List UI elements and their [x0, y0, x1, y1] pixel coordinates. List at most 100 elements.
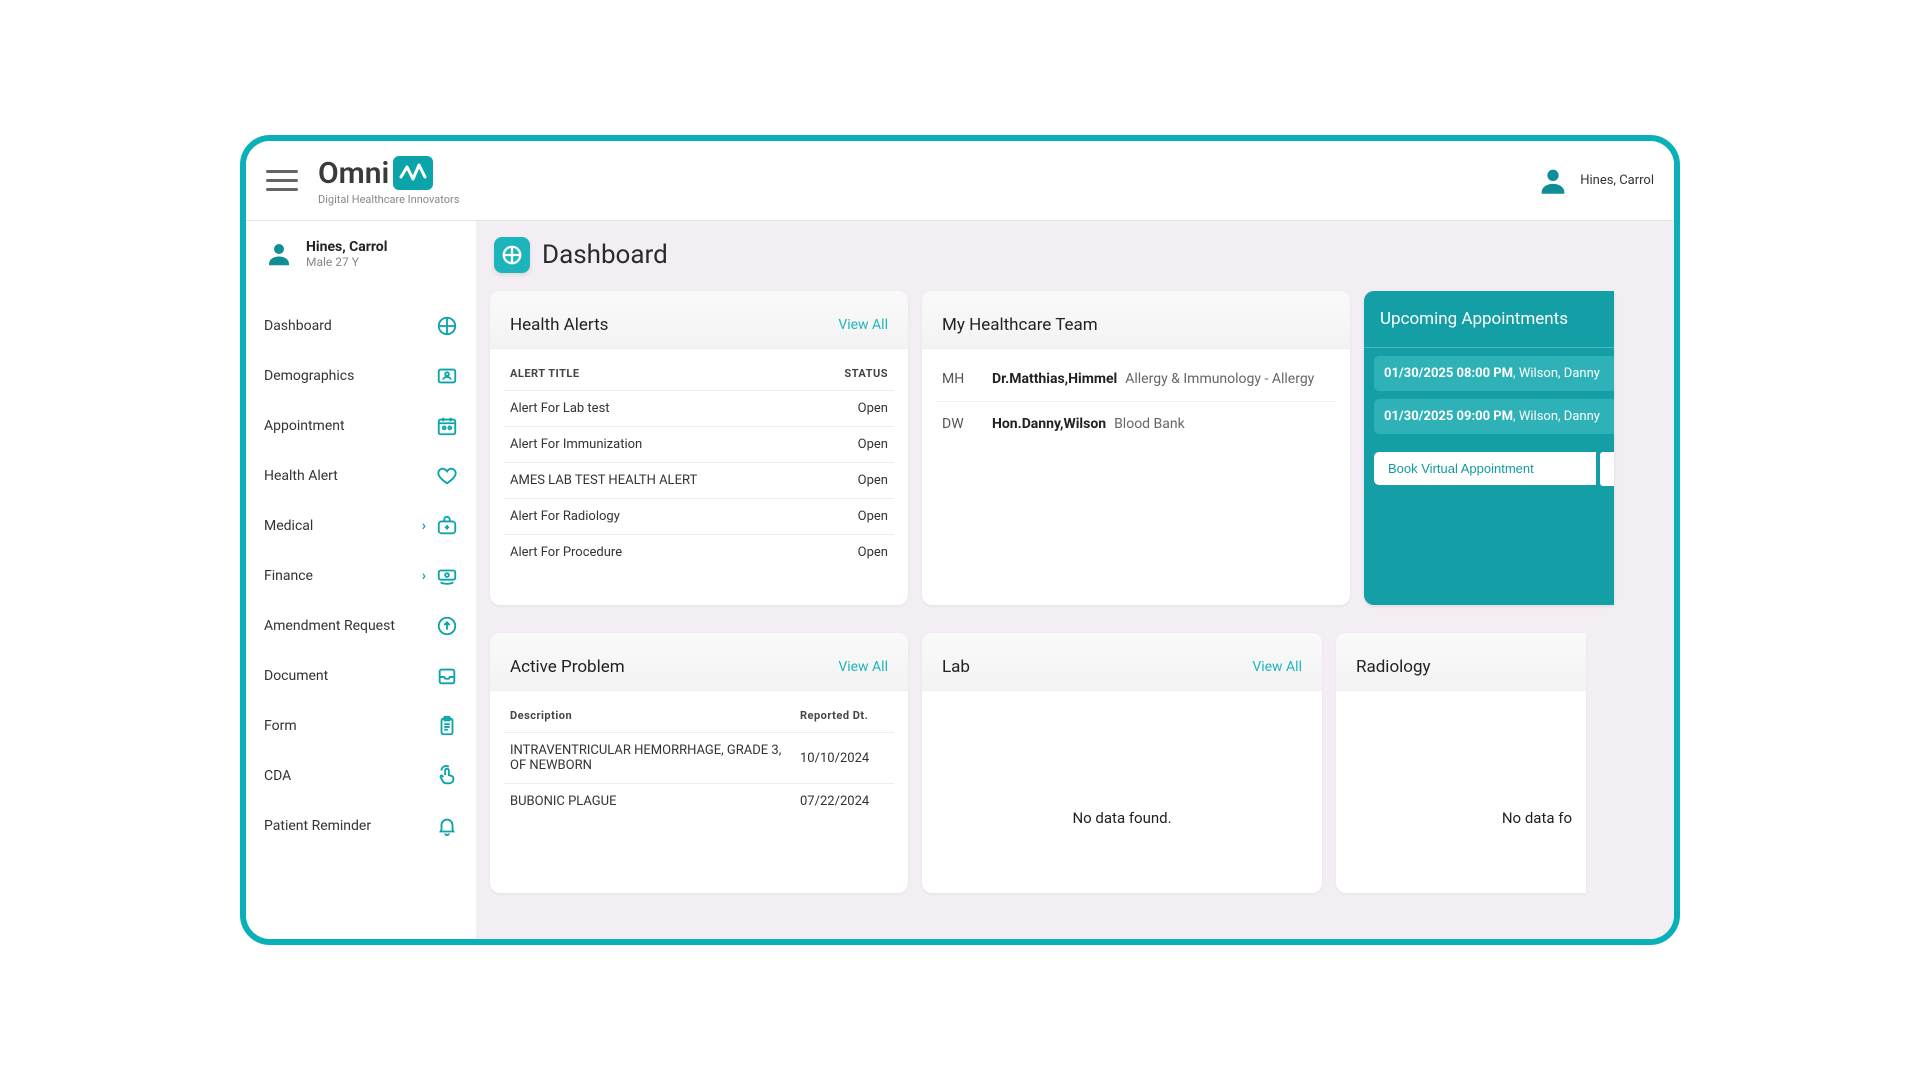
nav-label: Document	[264, 668, 328, 684]
alerts-table: ALERT TITLE STATUS Alert For Lab testOpe…	[504, 357, 894, 570]
main-layout: Hines, Carrol Male 27 Y Dashboard Demogr…	[246, 221, 1674, 939]
nav-demographics[interactable]: Demographics	[246, 351, 476, 401]
nav-label: Patient Reminder	[264, 818, 371, 834]
appointment-item[interactable]: 01/30/2025 08:00 PM, Wilson, Danny	[1374, 356, 1614, 391]
card-active-problem: Active Problem View All Description Repo…	[490, 633, 908, 893]
card-lab: Lab View All No data found.	[922, 633, 1322, 893]
page-title: Dashboard	[542, 240, 668, 270]
card-healthcare-team: My Healthcare Team MH Dr.Matthias,Himmel…	[922, 291, 1350, 605]
team-name: Hon.Danny,Wilson	[992, 416, 1106, 432]
touch-icon	[436, 765, 458, 787]
nav-label: Amendment Request	[264, 618, 395, 634]
card-title: Active Problem	[510, 657, 625, 677]
nav-label: Demographics	[264, 368, 354, 384]
content-area: Dashboard Health Alerts View All ALERT T…	[476, 221, 1674, 939]
nav-medical[interactable]: Medical ›	[246, 501, 476, 551]
nav-health-alert[interactable]: Health Alert	[246, 451, 476, 501]
col-alert-title: ALERT TITLE	[504, 357, 809, 391]
nav-label: Finance	[264, 568, 313, 584]
col-reported-date: Reported Dt.	[794, 699, 894, 733]
medical-bag-icon	[436, 515, 458, 537]
chevron-right-icon: ›	[422, 518, 426, 534]
inbox-icon	[436, 665, 458, 687]
problem-table: Description Reported Dt. INTRAVENTRICULA…	[504, 699, 894, 819]
card-upcoming-appointments: Upcoming Appointments 01/30/2025 08:00 P…	[1364, 291, 1614, 605]
brand-mark-icon	[393, 156, 433, 190]
heart-icon	[436, 465, 458, 487]
nav-reminder[interactable]: Patient Reminder	[246, 801, 476, 851]
table-row[interactable]: Alert For ImmunizationOpen	[504, 427, 894, 463]
nav-cda[interactable]: CDA	[246, 751, 476, 801]
team-initials: DW	[942, 416, 976, 432]
nav-label: Health Alert	[264, 468, 338, 484]
bell-icon	[436, 815, 458, 837]
dashboard-header-icon	[494, 237, 530, 273]
clipboard-icon	[436, 715, 458, 737]
nav-label: CDA	[264, 768, 291, 784]
col-description: Description	[504, 699, 794, 733]
top-user-name: Hines, Carrol	[1580, 173, 1654, 188]
user-avatar-icon	[264, 239, 294, 269]
brand-logo[interactable]: Omni Digital Healthcare Innovators	[318, 156, 459, 206]
table-row[interactable]: INTRAVENTRICULAR HEMORRHAGE, GRADE 3, OF…	[504, 733, 894, 784]
card-title: Lab	[942, 657, 970, 677]
id-card-icon	[436, 365, 458, 387]
topbar: Omni Digital Healthcare Innovators Hines…	[246, 141, 1674, 221]
chevron-right-icon: ›	[422, 568, 426, 584]
card-health-alerts: Health Alerts View All ALERT TITLE STATU…	[490, 291, 908, 605]
brand-name: Omni	[318, 156, 389, 191]
card-title: Upcoming Appointments	[1364, 291, 1614, 348]
sidebar-user-name: Hines, Carrol	[306, 239, 387, 255]
team-name: Dr.Matthias,Himmel	[992, 371, 1117, 387]
nav-label: Medical	[264, 518, 313, 534]
table-row[interactable]: BUBONIC PLAGUE07/22/2024	[504, 784, 894, 820]
col-status: STATUS	[809, 357, 894, 391]
calendar-icon	[436, 415, 458, 437]
table-row[interactable]: Alert For ProcedureOpen	[504, 535, 894, 571]
user-avatar-icon	[1536, 164, 1570, 198]
nav-document[interactable]: Document	[246, 651, 476, 701]
menu-toggle-icon[interactable]	[266, 165, 298, 197]
nav-label: Appointment	[264, 418, 345, 434]
nav-form[interactable]: Form	[246, 701, 476, 751]
nav-dashboard[interactable]: Dashboard	[246, 301, 476, 351]
cards-row-1: Health Alerts View All ALERT TITLE STATU…	[490, 291, 1674, 605]
nav-finance[interactable]: Finance ›	[246, 551, 476, 601]
nav-amendment[interactable]: Amendment Request	[246, 601, 476, 651]
sidebar-user[interactable]: Hines, Carrol Male 27 Y	[246, 231, 476, 281]
card-title: Health Alerts	[510, 315, 608, 335]
team-initials: MH	[942, 371, 976, 387]
no-data-label: No data found.	[936, 699, 1308, 827]
app-frame: Omni Digital Healthcare Innovators Hines…	[240, 135, 1680, 945]
cards-row-2: Active Problem View All Description Repo…	[490, 633, 1674, 893]
team-row[interactable]: DW Hon.Danny,Wilson Blood Bank	[936, 402, 1336, 446]
sidebar: Hines, Carrol Male 27 Y Dashboard Demogr…	[246, 221, 476, 939]
team-spec: Blood Bank	[1114, 416, 1185, 432]
upload-icon	[436, 615, 458, 637]
sidebar-nav: Dashboard Demographics Appointment Healt…	[246, 301, 476, 851]
book-virtual-appointment-button[interactable]: Book Virtual Appointment	[1374, 452, 1596, 485]
view-all-link[interactable]: View All	[838, 317, 888, 333]
no-data-label: No data fo	[1350, 699, 1572, 827]
card-title: Radiology	[1356, 657, 1431, 677]
appointment-item[interactable]: 01/30/2025 09:00 PM, Wilson, Danny	[1374, 399, 1614, 434]
nav-label: Form	[264, 718, 297, 734]
top-user[interactable]: Hines, Carrol	[1536, 164, 1654, 198]
money-icon	[436, 565, 458, 587]
secondary-book-button[interactable]	[1600, 452, 1614, 486]
brand-tagline: Digital Healthcare Innovators	[318, 193, 459, 206]
dashboard-icon	[436, 315, 458, 337]
view-all-link[interactable]: View All	[1252, 659, 1302, 675]
card-title: My Healthcare Team	[942, 315, 1098, 335]
sidebar-user-sub: Male 27 Y	[306, 255, 387, 269]
page-header: Dashboard	[490, 231, 1674, 291]
team-spec: Allergy & Immunology - Allergy	[1125, 371, 1314, 387]
team-row[interactable]: MH Dr.Matthias,Himmel Allergy & Immunolog…	[936, 357, 1336, 402]
view-all-link[interactable]: View All	[838, 659, 888, 675]
nav-appointment[interactable]: Appointment	[246, 401, 476, 451]
table-row[interactable]: Alert For Lab testOpen	[504, 391, 894, 427]
nav-label: Dashboard	[264, 318, 332, 334]
table-row[interactable]: AMES LAB TEST HEALTH ALERTOpen	[504, 463, 894, 499]
card-radiology: Radiology No data fo	[1336, 633, 1586, 893]
table-row[interactable]: Alert For RadiologyOpen	[504, 499, 894, 535]
